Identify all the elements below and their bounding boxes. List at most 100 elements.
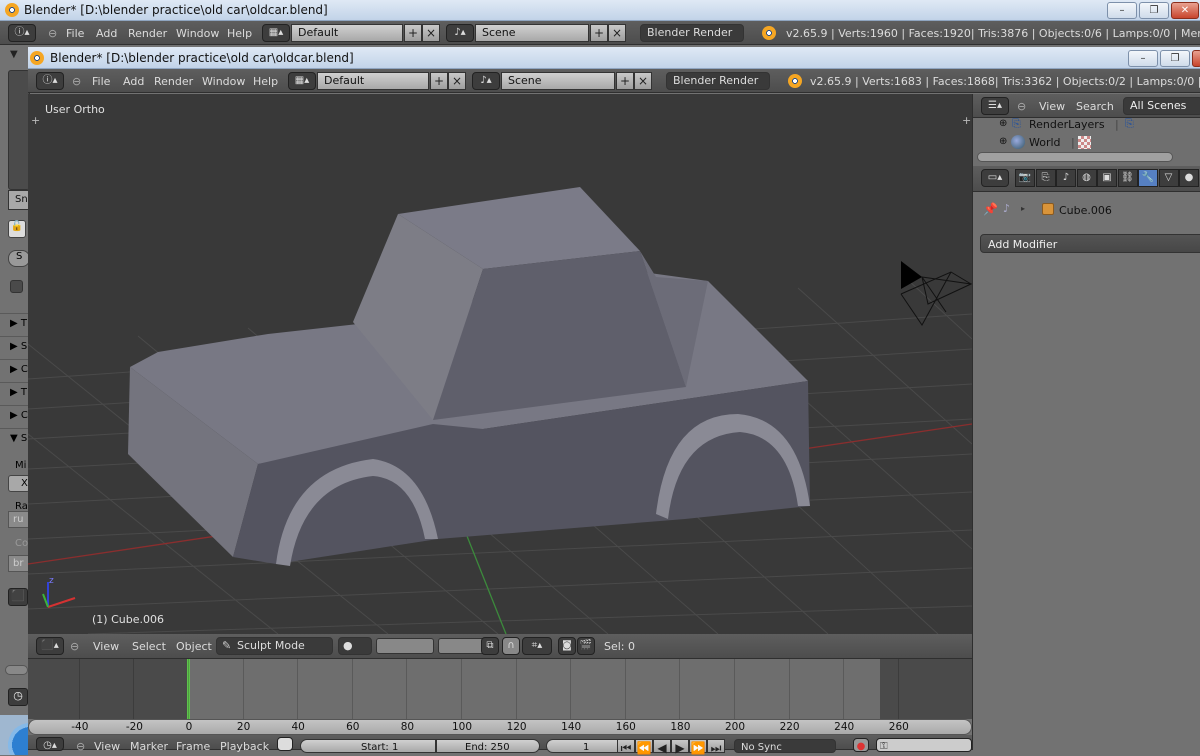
outer-editor-type-button[interactable]: ⓘ▴ <box>8 24 36 42</box>
inner-minimize-button[interactable]: – <box>1128 50 1158 67</box>
outliner-menu-search[interactable]: Search <box>1076 100 1114 113</box>
3d-menu-select[interactable]: Select <box>132 640 166 653</box>
timeline-ruler[interactable]: -40-200204060801001201401601802002202402… <box>28 719 972 735</box>
inner-layout-icon[interactable]: ▦▴ <box>288 72 316 90</box>
expand-plus-icon[interactable]: ⊕ <box>999 118 1007 129</box>
outer-timeline-scrollbar[interactable] <box>5 665 28 675</box>
play-button[interactable]: ▶ <box>671 739 689 753</box>
render-opengl-icon[interactable]: ◙ <box>558 637 576 655</box>
expand-plus-icon[interactable]: ⊕ <box>999 136 1007 147</box>
inner-menu-file[interactable]: File <box>92 75 110 88</box>
properties-tab-constraints-icon[interactable]: ⛓ <box>1118 169 1138 187</box>
shelf-checkbox[interactable] <box>10 280 23 293</box>
layers-grid-1[interactable] <box>376 638 434 654</box>
shelf-tab[interactable]: Sn <box>8 190 30 210</box>
shelf-section-1[interactable]: ▶ T <box>0 313 28 336</box>
toolshelf-toggle-icon[interactable]: + <box>31 114 40 127</box>
timeline-area[interactable] <box>28 659 972 719</box>
outer-minimize-button[interactable]: – <box>1107 2 1137 19</box>
jump-start-button[interactable]: ⏮ <box>617 739 635 753</box>
outer-3d-editor-icon[interactable]: ⬛ <box>8 588 28 606</box>
outliner-editor-type-button[interactable]: ☰▴ <box>981 97 1009 115</box>
inner-restore-button[interactable]: ❐ <box>1160 50 1190 67</box>
timeline-collapse-menu-icon[interactable]: ⊖ <box>76 740 85 753</box>
inner-layout-add-button[interactable]: + <box>430 72 448 90</box>
outer-scene-field[interactable]: Scene <box>475 24 589 42</box>
outer-close-button[interactable]: ✕ <box>1171 2 1199 19</box>
inner-menu-render[interactable]: Render <box>154 75 193 88</box>
shelf-field-2[interactable]: ru <box>8 511 30 528</box>
lock-camera-icon[interactable]: ⧉ <box>481 637 499 655</box>
start-frame-field[interactable]: Start: 1 <box>300 739 436 753</box>
inner-menu-add[interactable]: Add <box>123 75 144 88</box>
shelf-section-5[interactable]: ▶ C <box>0 405 28 428</box>
inner-render-engine-select[interactable]: Blender Render <box>666 72 770 90</box>
shelf-field-1[interactable]: X <box>8 475 30 492</box>
inner-menu-help[interactable]: Help <box>253 75 278 88</box>
shelf-section-4[interactable]: ▶ T <box>0 382 28 405</box>
inner-menu-window[interactable]: Window <box>202 75 245 88</box>
properties-tab-scene-icon[interactable]: ♪ <box>1056 169 1076 187</box>
jump-end-button[interactable]: ⏭ <box>707 739 725 753</box>
outer-menu-file[interactable]: File <box>66 27 84 40</box>
outliner-collapse-menu-icon[interactable]: ⊖ <box>1017 100 1026 113</box>
outer-scene-remove-button[interactable]: × <box>608 24 626 42</box>
outliner-item-renderlayers[interactable]: ⊕ ⎘ RenderLayers | ⎘ <box>999 116 1199 134</box>
jump-keyframe-back-button[interactable]: ⏪ <box>635 739 653 753</box>
3d-editor-type-button[interactable]: ⬛▴ <box>36 637 64 655</box>
properties-toggle-icon[interactable]: + <box>962 114 971 127</box>
3d-viewport[interactable]: + + User Ortho z (1) Cube.006 <box>28 94 972 634</box>
outer-menu-add[interactable]: Add <box>96 27 117 40</box>
properties-tab-modifiers-icon[interactable]: 🔧 <box>1138 169 1158 187</box>
properties-tab-material-icon[interactable]: ● <box>1179 169 1199 187</box>
outer-layout-add-button[interactable]: + <box>404 24 422 42</box>
inner-scene-field[interactable]: Scene <box>501 72 615 90</box>
mode-select[interactable]: ✎ Sculpt Mode <box>216 637 333 655</box>
add-modifier-button[interactable]: Add Modifier <box>980 234 1200 253</box>
windows-start-button[interactable] <box>0 715 28 755</box>
snap-magnet-icon[interactable]: ∩ <box>502 637 520 655</box>
outer-menu-render[interactable]: Render <box>128 27 167 40</box>
outer-render-engine-select[interactable]: Blender Render <box>640 24 744 42</box>
properties-tab-object-icon[interactable]: ▣ <box>1097 169 1117 187</box>
render-animation-icon[interactable]: 🎬 <box>577 637 595 655</box>
sync-select[interactable]: No Sync <box>734 739 836 753</box>
outer-layout-icon[interactable]: ▦▴ <box>262 24 290 42</box>
pin-icon[interactable]: 📌 <box>983 202 998 216</box>
shelf-collapse-arrow-icon[interactable]: ▼ <box>10 49 18 60</box>
properties-tab-render-icon[interactable]: 📷 <box>1015 169 1035 187</box>
snap-element-icon[interactable]: ⌗▴ <box>522 637 552 655</box>
collapse-menu-icon[interactable]: ⊖ <box>48 27 57 40</box>
inner-layout-field[interactable]: Default <box>317 72 429 90</box>
3d-menu-object[interactable]: Object <box>176 640 212 653</box>
shelf-section-3[interactable]: ▶ C <box>0 359 28 382</box>
outer-layout-field[interactable]: Default <box>291 24 403 42</box>
outer-scene-add-button[interactable]: + <box>590 24 608 42</box>
properties-tab-world-icon[interactable]: ◍ <box>1077 169 1097 187</box>
current-frame-field[interactable]: 1 <box>546 739 626 753</box>
3d-collapse-menu-icon[interactable]: ⊖ <box>70 640 79 653</box>
shelf-button[interactable]: S <box>8 250 30 267</box>
outer-menu-help[interactable]: Help <box>227 27 252 40</box>
outliner-display-mode-select[interactable]: All Scenes <box>1123 97 1200 115</box>
inner-scene-icon[interactable]: ♪▴ <box>472 72 500 90</box>
play-reverse-button[interactable]: ◀ <box>653 739 671 753</box>
inner-editor-type-button[interactable]: ⓘ▴ <box>36 72 64 90</box>
inner-layout-remove-button[interactable]: × <box>448 72 466 90</box>
end-frame-field[interactable]: End: 250 <box>436 739 540 753</box>
shelf-section-open[interactable]: ▼ S <box>0 428 28 451</box>
timeline-menu-frame[interactable]: Frame <box>176 740 210 753</box>
shelf-section-2[interactable]: ▶ S <box>0 336 28 359</box>
inner-scene-add-button[interactable]: + <box>616 72 634 90</box>
timeline-menu-marker[interactable]: Marker <box>130 740 168 753</box>
timeline-menu-playback[interactable]: Playback <box>220 740 269 753</box>
outer-menu-window[interactable]: Window <box>176 27 219 40</box>
outer-scene-icon[interactable]: ♪▴ <box>446 24 474 42</box>
inner-scene-remove-button[interactable]: × <box>634 72 652 90</box>
outer-layout-remove-button[interactable]: × <box>422 24 440 42</box>
viewport-shading-select[interactable]: ● <box>338 637 372 655</box>
properties-tab-render-layers-icon[interactable]: ⎘ <box>1036 169 1056 187</box>
outer-restore-button[interactable]: ❐ <box>1139 2 1169 19</box>
outer-timeline-clock-icon[interactable]: ◷ <box>8 688 28 706</box>
timeline-menu-view[interactable]: View <box>94 740 120 753</box>
